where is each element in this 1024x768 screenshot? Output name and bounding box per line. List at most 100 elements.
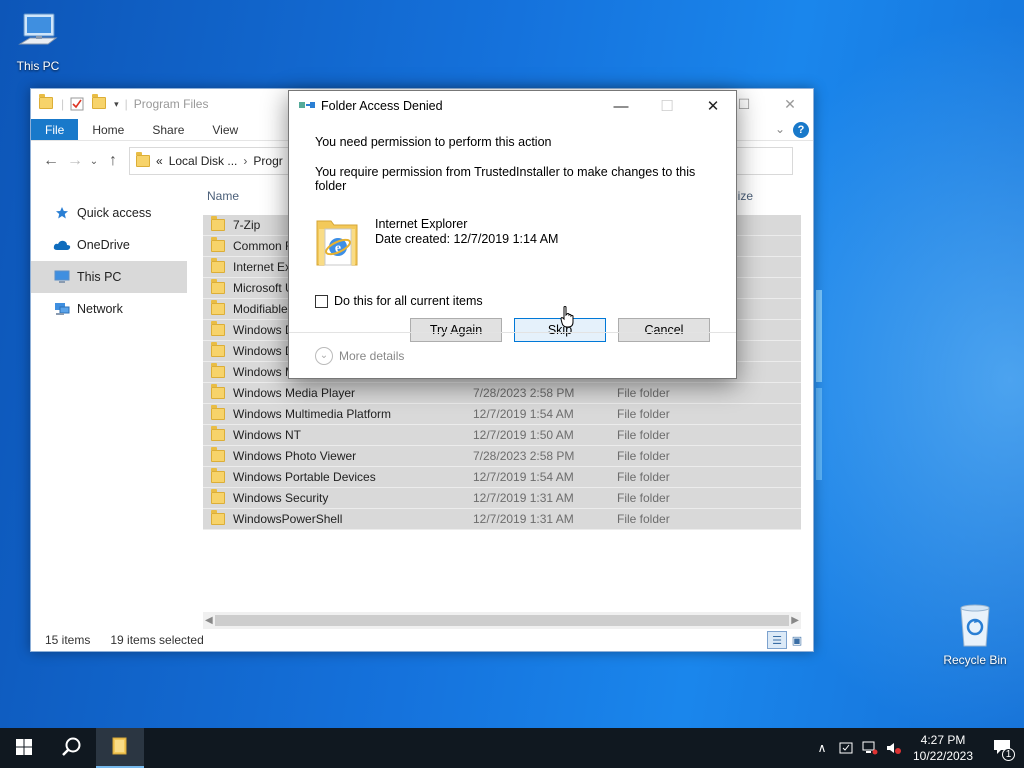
column-size[interactable]: Size (730, 189, 801, 203)
tab-view[interactable]: View (198, 119, 252, 140)
table-row[interactable]: Windows Multimedia Platform 12/7/2019 1:5… (203, 404, 801, 425)
table-row[interactable]: Windows NT 12/7/2019 1:50 AM File folder (203, 425, 801, 446)
row-type: File folder (617, 428, 670, 442)
sidebar-item-quick-access[interactable]: Quick access (31, 197, 187, 229)
forward-button[interactable]: → (63, 152, 87, 170)
minimize-button[interactable]: — (598, 91, 644, 121)
permission-message: You need permission to perform this acti… (315, 135, 552, 149)
dialog-body: You need permission to perform this acti… (289, 121, 736, 342)
computer-icon (0, 10, 76, 57)
row-type: File folder (617, 470, 670, 484)
action-center-button[interactable]: 1 (980, 739, 1024, 761)
item-date: Date created: 12/7/2019 1:14 AM (375, 232, 559, 246)
item-info: e Internet Explorer Date created: 12/7/2… (315, 209, 710, 272)
new-folder-icon[interactable] (92, 94, 108, 111)
recent-locations-icon[interactable]: ⌄ (87, 156, 101, 167)
notification-icon: 1 (993, 739, 1015, 761)
navigation-pane: Quick access OneDrive This PC Network (31, 181, 187, 629)
large-icons-view-icon[interactable]: ▣ (787, 631, 807, 649)
breadcrumb-program-files[interactable]: Progr (253, 154, 282, 168)
file-explorer-icon (111, 737, 129, 758)
row-name: Windows Multimedia Platform (233, 407, 392, 421)
apply-all-checkbox[interactable] (315, 294, 328, 308)
close-button[interactable]: ✕ (767, 89, 813, 119)
tab-share[interactable]: Share (138, 119, 198, 140)
properties-icon[interactable] (70, 97, 86, 111)
more-details-toggle[interactable]: ⌄ More details (289, 332, 736, 378)
customize-quick-access-icon[interactable]: ▾ (114, 99, 119, 110)
file-transfer-icon (299, 99, 315, 114)
start-button[interactable] (0, 728, 48, 768)
desktop-icon-this-pc[interactable]: This PC (0, 10, 76, 73)
folder-icon (211, 447, 225, 462)
search-button[interactable] (48, 728, 96, 768)
table-row[interactable]: Windows Media Player 7/28/2023 2:58 PM Fil… (203, 383, 801, 404)
item-name: Internet Explorer (375, 217, 468, 231)
breadcrumb-local-disk[interactable]: Local Disk ... (169, 154, 238, 168)
row-date-modified: 7/28/2023 2:58 PM (473, 386, 575, 400)
scroll-right-icon[interactable]: ▶ (791, 615, 801, 626)
recycle-bin-icon (936, 602, 1014, 651)
row-date-modified: 12/7/2019 1:50 AM (473, 428, 574, 442)
table-row[interactable]: Windows Portable Devices 12/7/2019 1:54 A… (203, 467, 801, 488)
expand-ribbon-icon[interactable]: ⌄ (775, 122, 785, 140)
folder-icon (211, 237, 225, 252)
show-hidden-icons[interactable]: ∧ (810, 741, 834, 755)
sidebar-item-label: Network (77, 302, 123, 316)
sidebar-item-label: This PC (77, 270, 122, 284)
tab-file[interactable]: File (31, 119, 79, 140)
sidebar-item-onedrive[interactable]: OneDrive (31, 229, 187, 261)
folder-icon (211, 489, 225, 504)
folder-access-denied-dialog: Folder Access Denied — ☐ ✕ You need perm… (288, 90, 737, 379)
folder-icon (211, 216, 225, 231)
taskbar-file-explorer[interactable] (96, 728, 144, 768)
computer-icon (53, 270, 71, 284)
volume-muted-icon[interactable] (882, 741, 906, 755)
dialog-titlebar[interactable]: Folder Access Denied — ☐ ✕ (289, 91, 736, 121)
row-type: File folder (617, 407, 670, 421)
row-type: File folder (617, 512, 670, 526)
clock[interactable]: 4:27 PM 10/22/2023 (906, 732, 980, 764)
details-view-icon[interactable]: ☰ (767, 631, 787, 649)
desktop-icon-recycle-bin[interactable]: Recycle Bin (936, 602, 1014, 667)
notification-count: 1 (1002, 747, 1015, 761)
checkbox-label: Do this for all current items (334, 294, 483, 308)
row-name: Windows Portable Devices (233, 470, 376, 484)
breadcrumb-separator-icon[interactable]: › (243, 154, 247, 168)
row-type: File folder (617, 449, 670, 463)
folder-icon (211, 426, 225, 441)
sidebar-item-this-pc[interactable]: This PC (31, 261, 187, 293)
table-row[interactable]: Windows Photo Viewer 7/28/2023 2:58 PM Fil… (203, 446, 801, 467)
folder-icon (211, 468, 225, 483)
more-details-label: More details (339, 348, 405, 363)
table-row[interactable]: WindowsPowerShell 12/7/2019 1:31 AM File f… (203, 509, 801, 530)
apply-all-option[interactable]: Do this for all current items (315, 294, 710, 308)
folder-icon (136, 152, 150, 167)
sidebar-item-label: OneDrive (77, 238, 130, 252)
scroll-left-icon[interactable]: ◀ (203, 615, 213, 626)
row-name: Windows Media Player (233, 386, 356, 400)
row-type: File folder (617, 386, 670, 400)
table-row[interactable]: Windows Security 12/7/2019 1:31 AM File fo… (203, 488, 801, 509)
folder-icon (39, 94, 55, 111)
mouse-cursor-icon (560, 306, 574, 331)
folder-icon (211, 279, 225, 294)
up-button[interactable]: ↑ (101, 152, 125, 170)
horizontal-scrollbar[interactable]: ◀ ▶ (203, 612, 801, 629)
item-count: 15 items (45, 633, 91, 647)
breadcrumb-overflow[interactable]: « (156, 154, 163, 168)
selected-count: 19 items selected (110, 633, 204, 647)
wallpaper-light (816, 388, 822, 480)
network-status-icon[interactable] (858, 741, 882, 755)
row-name: Windows NT (233, 428, 302, 442)
sidebar-item-network[interactable]: Network (31, 293, 187, 325)
separator: | (124, 97, 128, 111)
security-icon[interactable] (834, 741, 858, 755)
tab-home[interactable]: Home (78, 119, 138, 140)
wallpaper-light (816, 290, 822, 382)
help-icon[interactable]: ? (793, 122, 809, 138)
close-button[interactable]: ✕ (690, 91, 736, 121)
back-button[interactable]: ← (39, 152, 63, 170)
internet-explorer-folder-icon: e (315, 209, 359, 272)
scrollbar-thumb[interactable] (215, 615, 789, 626)
